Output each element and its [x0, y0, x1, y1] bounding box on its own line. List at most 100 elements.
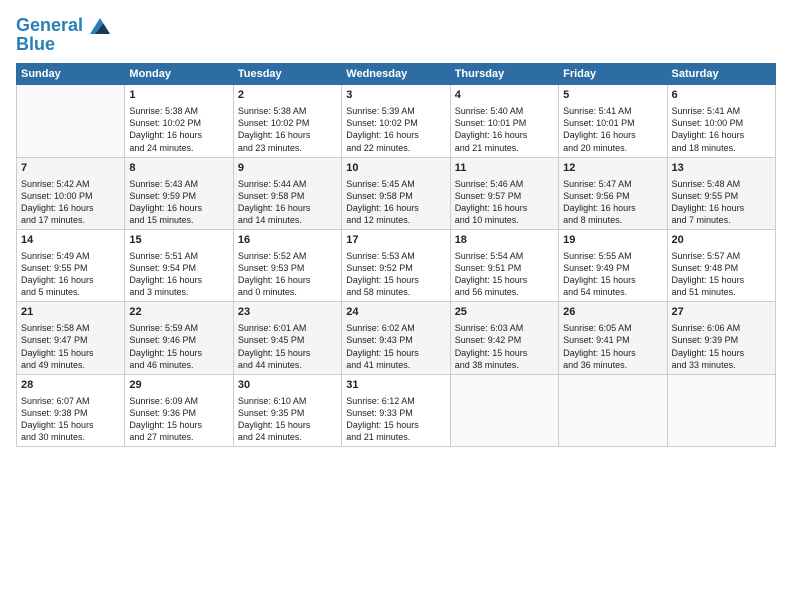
calendar-cell: 27Sunrise: 6:06 AMSunset: 9:39 PMDayligh…: [667, 302, 775, 374]
day-info-line: Sunset: 9:55 PM: [21, 262, 120, 274]
day-info-line: Sunrise: 6:10 AM: [238, 395, 337, 407]
day-info-line: Sunrise: 6:03 AM: [455, 322, 554, 334]
day-number: 25: [455, 305, 554, 320]
day-info-line: Sunset: 9:54 PM: [129, 262, 228, 274]
day-info-line: Sunrise: 5:43 AM: [129, 178, 228, 190]
day-number: 26: [563, 305, 662, 320]
day-info-line: Sunrise: 5:41 AM: [563, 105, 662, 117]
calendar-cell: 20Sunrise: 5:57 AMSunset: 9:48 PMDayligh…: [667, 230, 775, 302]
weekday-header-row: SundayMondayTuesdayWednesdayThursdayFrid…: [17, 64, 776, 85]
day-info-line: Sunset: 9:45 PM: [238, 334, 337, 346]
day-info-line: and 24 minutes.: [129, 142, 228, 154]
day-info-line: Sunset: 9:52 PM: [346, 262, 445, 274]
calendar-cell: 8Sunrise: 5:43 AMSunset: 9:59 PMDaylight…: [125, 157, 233, 229]
calendar-cell: 21Sunrise: 5:58 AMSunset: 9:47 PMDayligh…: [17, 302, 125, 374]
day-info-line: and 18 minutes.: [672, 142, 771, 154]
day-info-line: Sunrise: 5:38 AM: [129, 105, 228, 117]
day-info-line: Daylight: 15 hours: [672, 274, 771, 286]
day-info-line: and 20 minutes.: [563, 142, 662, 154]
day-info-line: Daylight: 15 hours: [238, 347, 337, 359]
day-info-line: and 12 minutes.: [346, 214, 445, 226]
day-info-line: Daylight: 16 hours: [563, 202, 662, 214]
calendar-cell: 26 Sunrise: 6:05 AMSunset: 9:41 PMDayligh…: [559, 302, 667, 374]
day-number: 29: [129, 378, 228, 393]
calendar-cell: 28Sunrise: 6:07 AMSunset: 9:38 PMDayligh…: [17, 374, 125, 446]
day-info-line: and 22 minutes.: [346, 142, 445, 154]
day-number: 13: [672, 161, 771, 176]
day-info-line: Sunset: 10:00 PM: [21, 190, 120, 202]
day-number: 11: [455, 161, 554, 176]
weekday-header: Monday: [125, 64, 233, 85]
day-info-line: and 17 minutes.: [21, 214, 120, 226]
day-info-line: Sunrise: 5:45 AM: [346, 178, 445, 190]
calendar-cell: 3Sunrise: 5:39 AMSunset: 10:02 PMDayligh…: [342, 85, 450, 157]
day-info-line: Sunrise: 6:05 AM: [563, 322, 662, 334]
calendar-table: SundayMondayTuesdayWednesdayThursdayFrid…: [16, 63, 776, 447]
weekday-header: Tuesday: [233, 64, 341, 85]
calendar-cell: 23Sunrise: 6:01 AMSunset: 9:45 PMDayligh…: [233, 302, 341, 374]
calendar-cell: 4Sunrise: 5:40 AMSunset: 10:01 PMDayligh…: [450, 85, 558, 157]
day-info-line: Daylight: 15 hours: [129, 419, 228, 431]
day-info-line: and 58 minutes.: [346, 286, 445, 298]
day-info-line: Daylight: 16 hours: [672, 129, 771, 141]
day-info-line: Daylight: 16 hours: [455, 202, 554, 214]
calendar-cell: [667, 374, 775, 446]
day-info-line: Sunset: 9:42 PM: [455, 334, 554, 346]
day-info-line: Daylight: 16 hours: [238, 129, 337, 141]
page-header: General Blue: [16, 16, 776, 55]
day-info-line: Sunset: 9:53 PM: [238, 262, 337, 274]
day-info-line: Sunset: 9:48 PM: [672, 262, 771, 274]
calendar-cell: 6Sunrise: 5:41 AMSunset: 10:00 PMDayligh…: [667, 85, 775, 157]
calendar-cell: 31Sunrise: 6:12 AMSunset: 9:33 PMDayligh…: [342, 374, 450, 446]
day-info-line: Sunrise: 5:52 AM: [238, 250, 337, 262]
day-info-line: Sunset: 9:38 PM: [21, 407, 120, 419]
day-info-line: and 49 minutes.: [21, 359, 120, 371]
weekday-header: Saturday: [667, 64, 775, 85]
day-info-line: Sunset: 10:02 PM: [346, 117, 445, 129]
day-info-line: and 21 minutes.: [346, 431, 445, 443]
calendar-cell: 7Sunrise: 5:42 AMSunset: 10:00 PMDayligh…: [17, 157, 125, 229]
day-info-line: and 0 minutes.: [238, 286, 337, 298]
calendar-cell: 12Sunrise: 5:47 AMSunset: 9:56 PMDayligh…: [559, 157, 667, 229]
calendar-cell: 17Sunrise: 5:53 AMSunset: 9:52 PMDayligh…: [342, 230, 450, 302]
weekday-header: Thursday: [450, 64, 558, 85]
day-info-line: Daylight: 16 hours: [129, 202, 228, 214]
day-info-line: and 38 minutes.: [455, 359, 554, 371]
day-number: 4: [455, 88, 554, 103]
day-info-line: and 14 minutes.: [238, 214, 337, 226]
day-info-line: Sunset: 9:57 PM: [455, 190, 554, 202]
day-number: 15: [129, 233, 228, 248]
day-info-line: Daylight: 15 hours: [129, 347, 228, 359]
day-info-line: Sunrise: 5:59 AM: [129, 322, 228, 334]
day-info-line: Daylight: 16 hours: [129, 274, 228, 286]
day-number: 9: [238, 161, 337, 176]
weekday-header: Sunday: [17, 64, 125, 85]
day-info-line: Sunrise: 5:40 AM: [455, 105, 554, 117]
day-number: 22: [129, 305, 228, 320]
day-info-line: Sunset: 10:01 PM: [455, 117, 554, 129]
day-number: 28: [21, 378, 120, 393]
day-info-line: Sunset: 9:58 PM: [238, 190, 337, 202]
day-info-line: Sunrise: 6:07 AM: [21, 395, 120, 407]
day-info-line: Sunrise: 5:38 AM: [238, 105, 337, 117]
day-info-line: Sunset: 9:41 PM: [563, 334, 662, 346]
day-info-line: and 36 minutes.: [563, 359, 662, 371]
calendar-week-row: 7Sunrise: 5:42 AMSunset: 10:00 PMDayligh…: [17, 157, 776, 229]
day-number: 18: [455, 233, 554, 248]
day-info-line: Daylight: 15 hours: [346, 347, 445, 359]
day-info-line: and 21 minutes.: [455, 142, 554, 154]
day-info-line: Sunset: 9:58 PM: [346, 190, 445, 202]
day-info-line: Sunset: 9:43 PM: [346, 334, 445, 346]
day-info-line: Daylight: 15 hours: [455, 347, 554, 359]
calendar-cell: 25 Sunrise: 6:03 AMSunset: 9:42 PMDayligh…: [450, 302, 558, 374]
day-info-line: Sunrise: 5:47 AM: [563, 178, 662, 190]
calendar-cell: 19Sunrise: 5:55 AMSunset: 9:49 PMDayligh…: [559, 230, 667, 302]
day-info-line: and 5 minutes.: [21, 286, 120, 298]
day-info-line: Daylight: 15 hours: [346, 274, 445, 286]
day-info-line: Sunrise: 6:06 AM: [672, 322, 771, 334]
day-info-line: Sunset: 9:36 PM: [129, 407, 228, 419]
day-info-line: Daylight: 15 hours: [563, 347, 662, 359]
day-info-line: and 27 minutes.: [129, 431, 228, 443]
day-info-line: Sunrise: 5:42 AM: [21, 178, 120, 190]
calendar-week-row: 1Sunrise: 5:38 AMSunset: 10:02 PMDayligh…: [17, 85, 776, 157]
